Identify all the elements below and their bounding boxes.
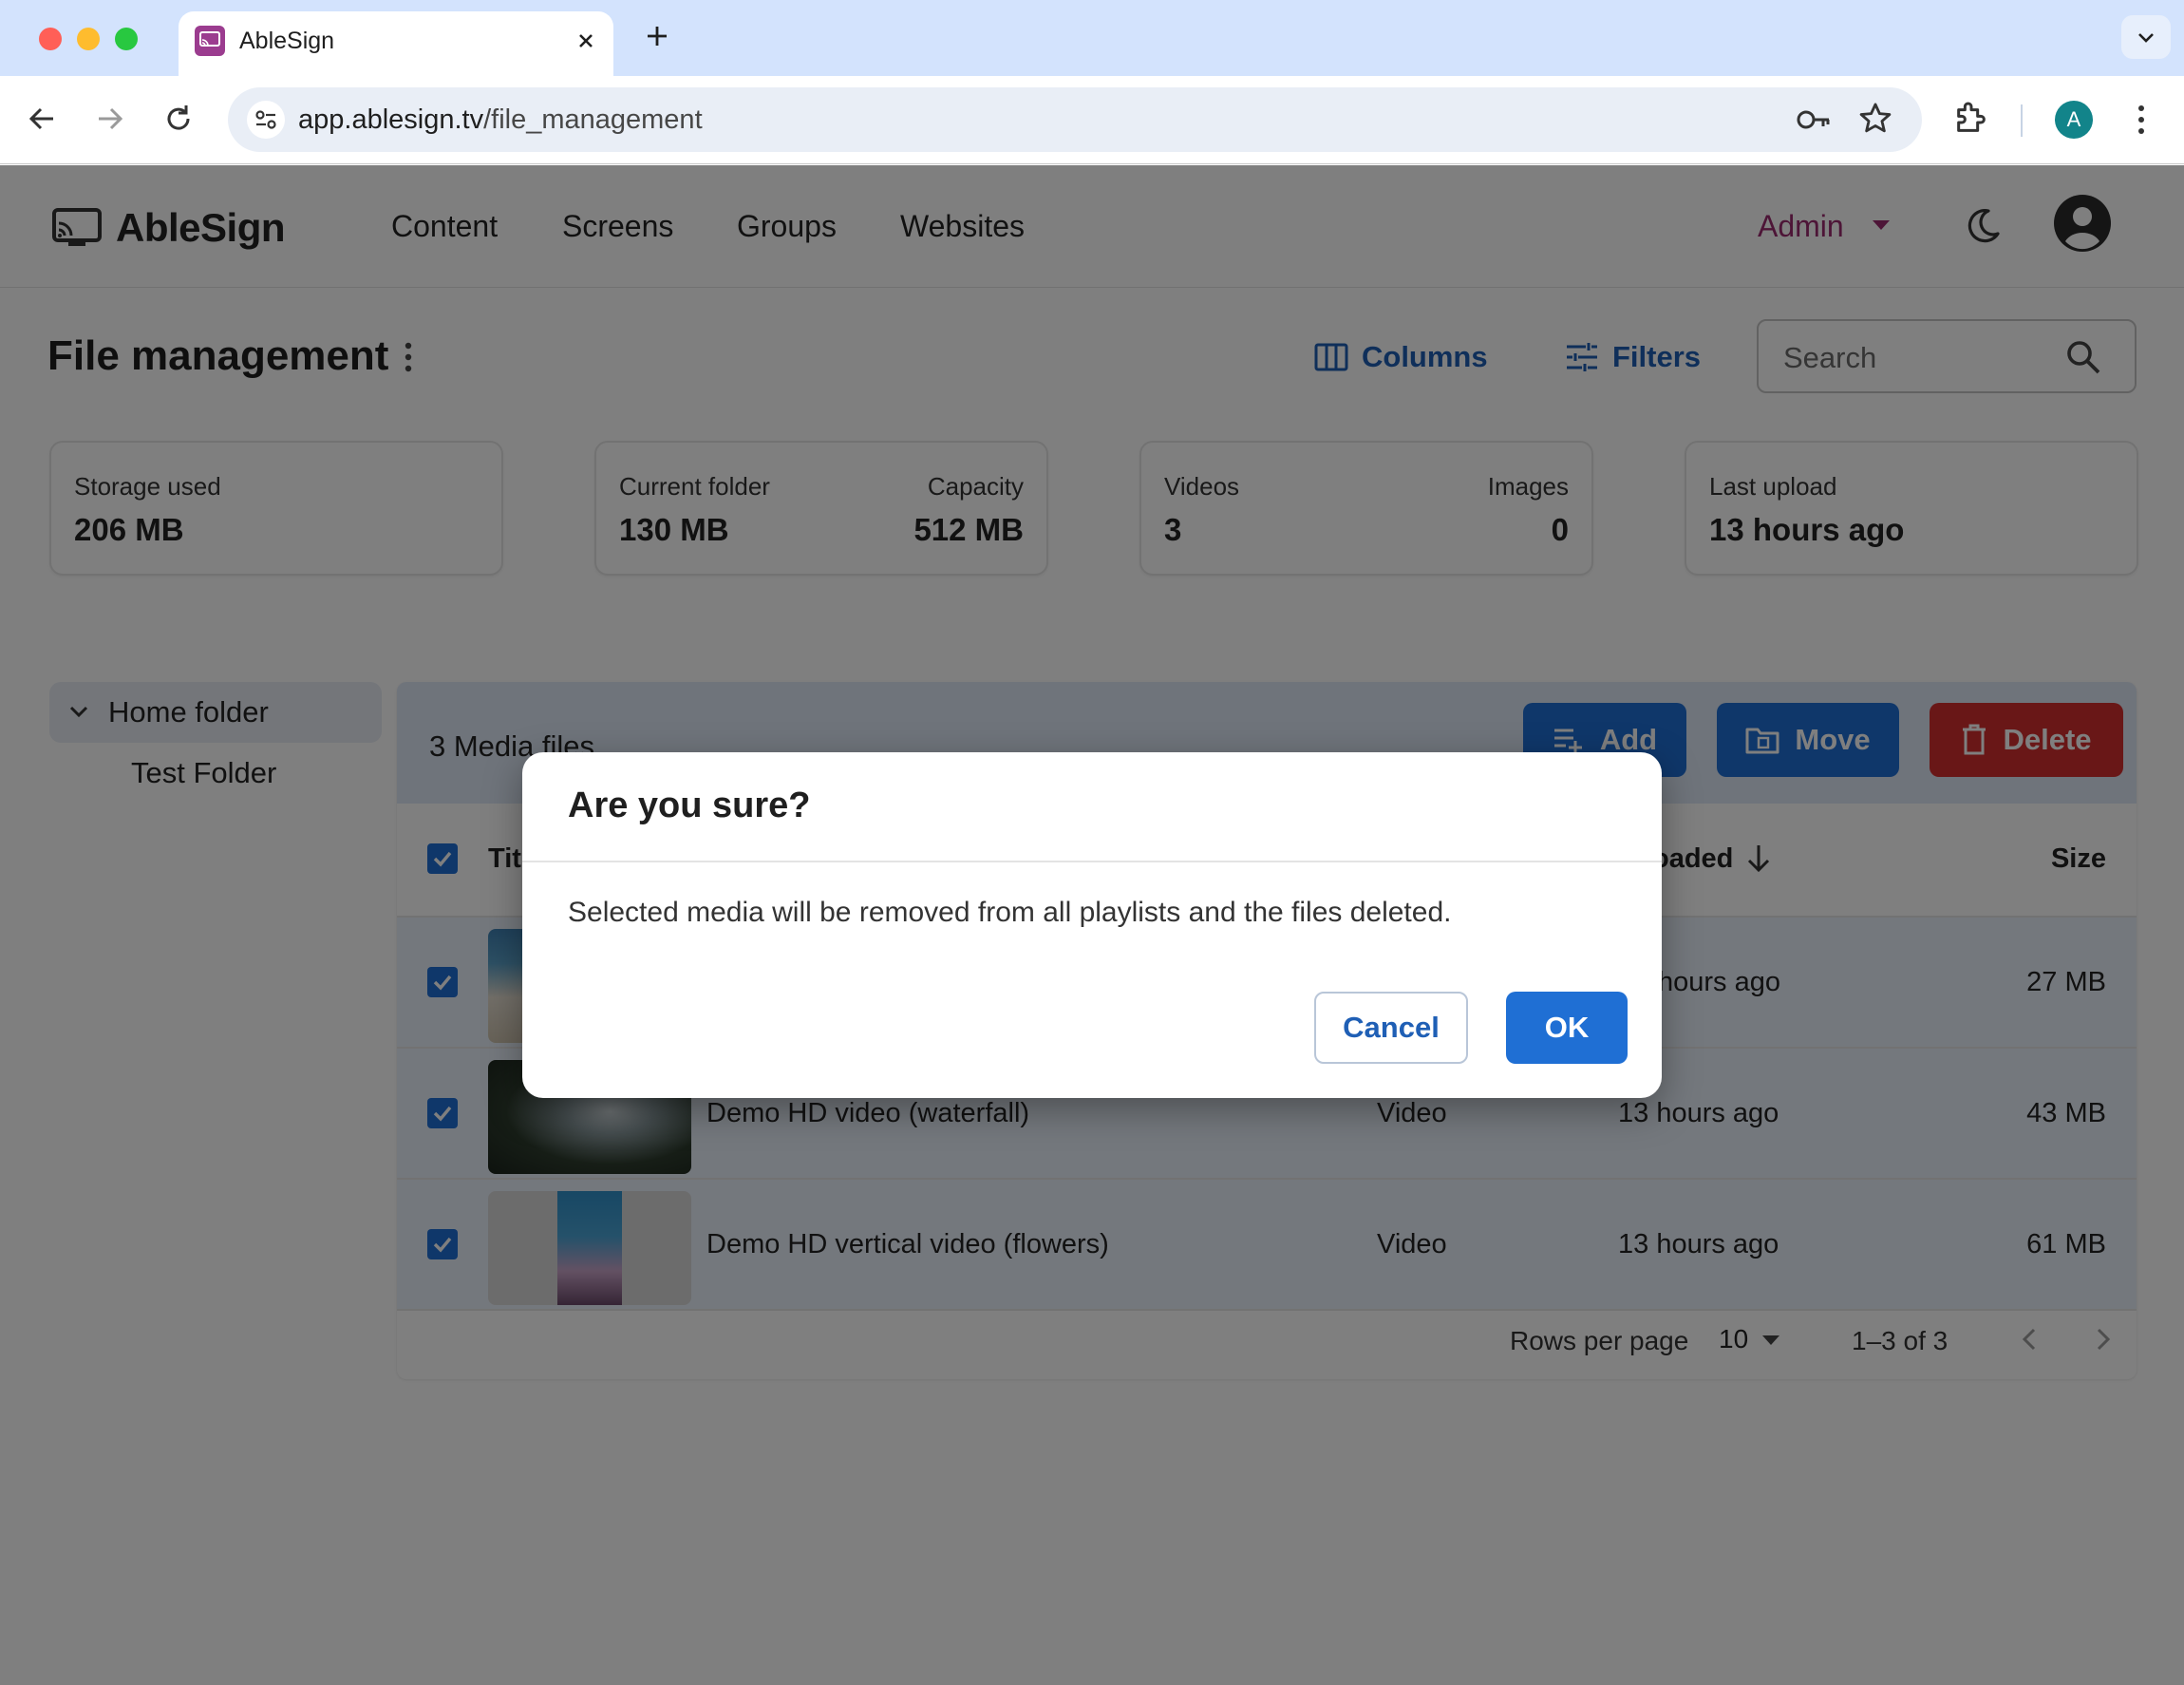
address-bar[interactable]: app.ablesign.tv/file_management [228, 87, 1922, 152]
dialog-title: Are you sure? [568, 786, 811, 825]
tab-search-button[interactable] [2121, 15, 2171, 59]
browser-tab-active[interactable]: AbleSign [179, 11, 613, 76]
chevron-down-icon [2138, 33, 2154, 43]
url-host: app.ablesign.tv [298, 104, 484, 135]
ok-button[interactable]: OK [1506, 992, 1628, 1064]
forward-arrow-icon[interactable] [89, 98, 131, 140]
bookmark-star-icon[interactable] [1857, 101, 1893, 137]
new-tab-icon[interactable] [642, 21, 672, 51]
browser-toolbar: app.ablesign.tv/file_management [0, 76, 2184, 164]
toolbar-divider [2021, 104, 2023, 137]
profile-avatar[interactable]: A [2055, 101, 2093, 139]
password-key-icon[interactable] [1795, 103, 1833, 137]
url-path: /file_management [483, 104, 703, 135]
tab-title: AbleSign [239, 28, 335, 54]
window-zoom-button[interactable] [115, 28, 138, 50]
url-text: app.ablesign.tv/file_management [298, 103, 703, 137]
window-close-button[interactable] [39, 28, 62, 50]
confirm-delete-dialog: Are you sure? Selected media will be rem… [522, 752, 1662, 1098]
dialog-message: Selected media will be removed from all … [568, 897, 1452, 928]
extensions-puzzle-icon[interactable] [1952, 99, 1990, 137]
browser-menu-icon[interactable] [2132, 103, 2151, 137]
dialog-divider [522, 861, 1662, 862]
site-settings-icon[interactable] [247, 101, 285, 139]
cancel-button[interactable]: Cancel [1314, 992, 1468, 1064]
tab-close-icon[interactable] [572, 27, 600, 55]
reload-icon[interactable] [158, 98, 199, 140]
back-arrow-icon[interactable] [21, 98, 63, 140]
window-minimize-button[interactable] [77, 28, 100, 50]
browser-tab-strip: AbleSign [0, 0, 2184, 76]
ablesign-favicon-icon [195, 26, 225, 56]
